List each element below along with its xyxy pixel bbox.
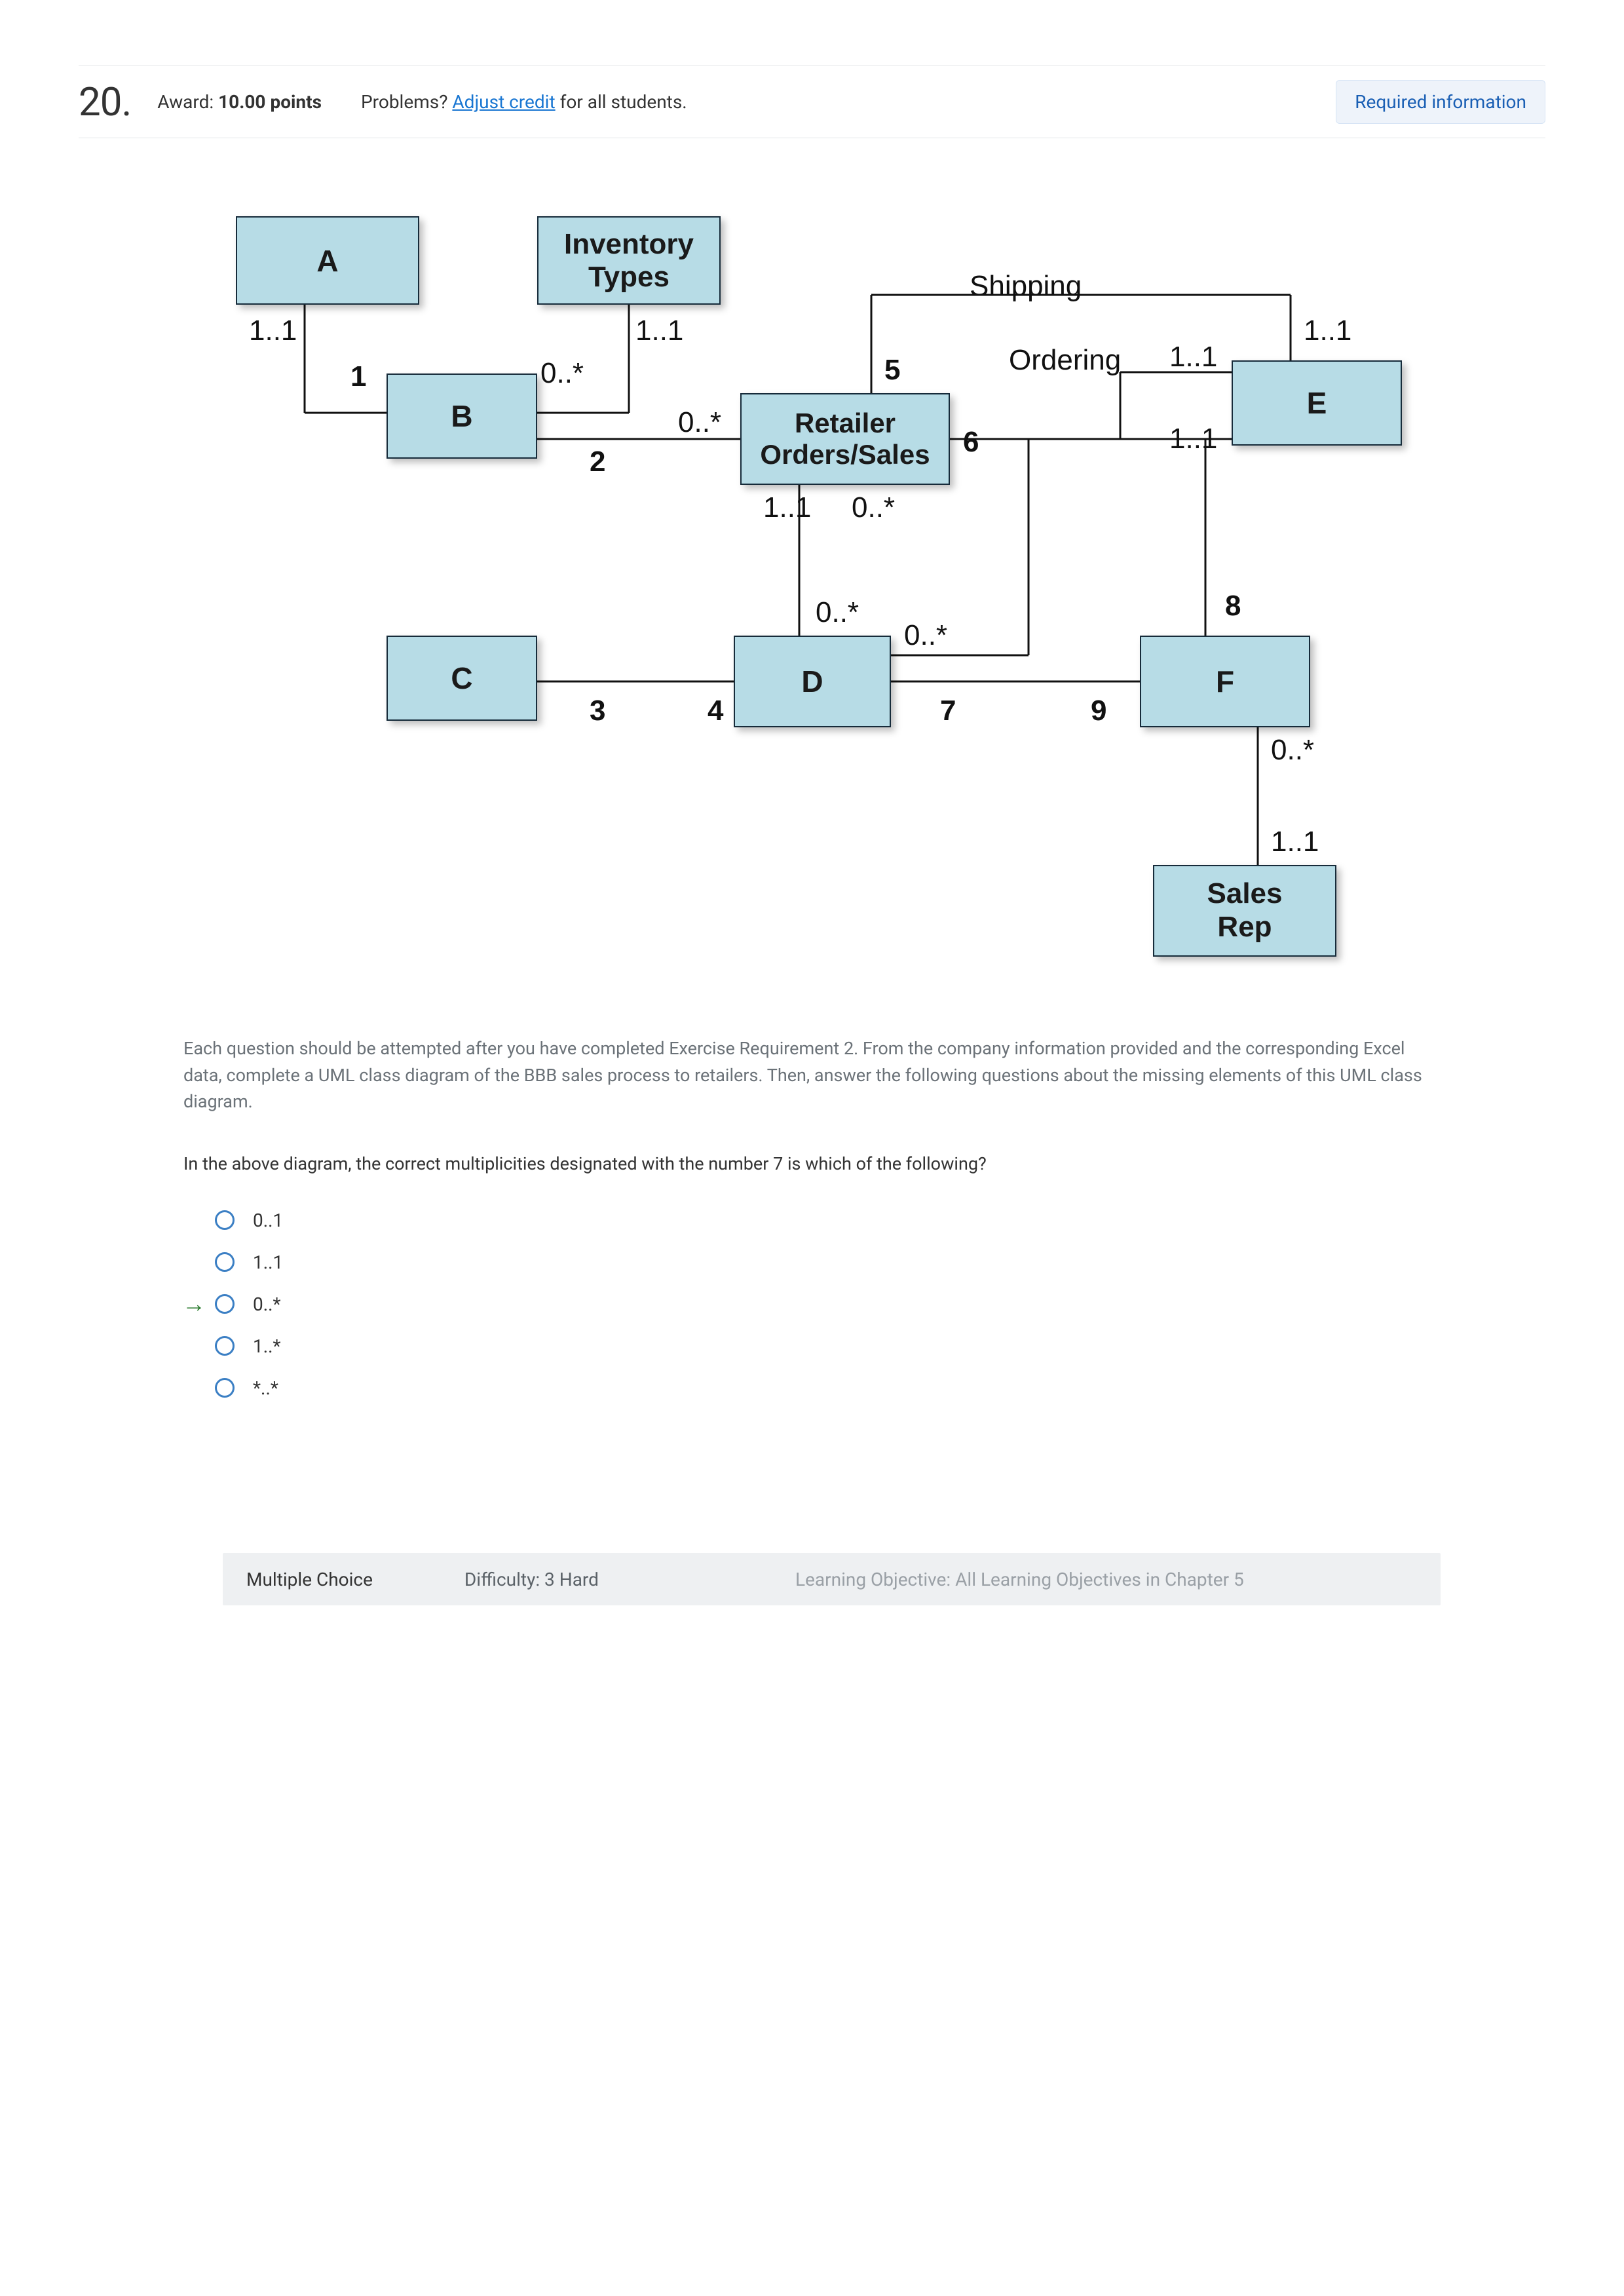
mult-d-top: 0..* [816, 596, 859, 629]
learning-objective: Learning Objective: All Learning Objecti… [795, 1569, 1244, 1590]
missing-2: 2 [590, 446, 605, 478]
box-f: F [1140, 636, 1310, 727]
radio-icon[interactable] [215, 1210, 235, 1230]
answer-options: 0..1 1..1 → 0..* 1..* *..* [190, 1199, 518, 1409]
box-a: A [236, 216, 419, 305]
missing-8: 8 [1225, 590, 1241, 622]
question-footer: Multiple Choice Difficulty: 3 Hard Learn… [223, 1553, 1441, 1605]
box-e: E [1232, 360, 1402, 446]
radio-icon[interactable] [215, 1378, 235, 1398]
radio-icon[interactable] [215, 1252, 235, 1272]
mult-e-top: 1..1 [1304, 315, 1351, 347]
mult-f: 0..* [1271, 734, 1314, 767]
missing-9: 9 [1091, 695, 1106, 727]
option-row[interactable]: 0..1 [190, 1199, 518, 1241]
required-information-button[interactable]: Required information [1336, 80, 1545, 124]
box-d: D [734, 636, 891, 727]
award-label: Award: 10.00 points [157, 91, 322, 113]
box-sales-rep: SalesRep [1153, 865, 1336, 957]
difficulty-label: Difficulty: 3 Hard [464, 1569, 599, 1590]
label-shipping: Shipping [970, 270, 1082, 303]
question-type: Multiple Choice [246, 1569, 373, 1590]
mult-d-right: 0..* [904, 619, 947, 652]
box-b: B [387, 373, 537, 459]
option-row[interactable]: *..* [190, 1367, 518, 1409]
adjust-credit-link[interactable]: Adjust credit [452, 91, 555, 113]
mult-inv-0s: 0..* [540, 357, 584, 390]
option-row[interactable]: → 0..* [190, 1283, 518, 1325]
option-label: 0..1 [253, 1210, 283, 1231]
missing-4: 4 [708, 695, 723, 727]
mult-e-ord: 1..1 [1169, 423, 1217, 455]
correct-arrow-icon: → [182, 1290, 206, 1318]
box-inventory-types: InventoryTypes [537, 216, 721, 305]
missing-1: 1 [350, 360, 366, 393]
mult-a: 1..1 [249, 315, 297, 347]
missing-3: 3 [590, 695, 605, 727]
option-label: 1..* [253, 1335, 281, 1357]
missing-7: 7 [940, 695, 956, 727]
missing-5: 5 [884, 354, 900, 387]
mult-ret-1: 1..1 [763, 491, 811, 524]
problems-label: Problems? Adjust credit for all students… [361, 91, 687, 113]
mult-sr: 1..1 [1271, 826, 1319, 858]
missing-6: 6 [963, 426, 979, 459]
question-text: In the above diagram, the correct multip… [183, 1153, 1441, 1174]
question-header: 20. Award: 10.00 points Problems? Adjust… [79, 79, 1545, 125]
uml-diagram: A InventoryTypes B RetailerOrders/Sales … [170, 210, 1454, 1009]
mult-ret-0s: 0..* [678, 406, 721, 439]
mult-inv: 1..1 [635, 315, 683, 347]
option-label: 0..* [253, 1293, 281, 1315]
option-label: 1..1 [253, 1252, 283, 1273]
instructions-text: Each question should be attempted after … [183, 1035, 1441, 1115]
question-number: 20. [79, 79, 131, 125]
box-retailer-orders: RetailerOrders/Sales [740, 393, 950, 485]
radio-icon[interactable] [215, 1294, 235, 1314]
option-row[interactable]: 1..1 [190, 1241, 518, 1283]
mult-e-ship: 1..1 [1169, 341, 1217, 373]
mult-ret-0s-r: 0..* [852, 491, 895, 524]
radio-icon[interactable] [215, 1336, 235, 1356]
option-row[interactable]: 1..* [190, 1325, 518, 1367]
label-ordering: Ordering [1009, 344, 1121, 377]
option-label: *..* [253, 1377, 278, 1399]
box-c: C [387, 636, 537, 721]
